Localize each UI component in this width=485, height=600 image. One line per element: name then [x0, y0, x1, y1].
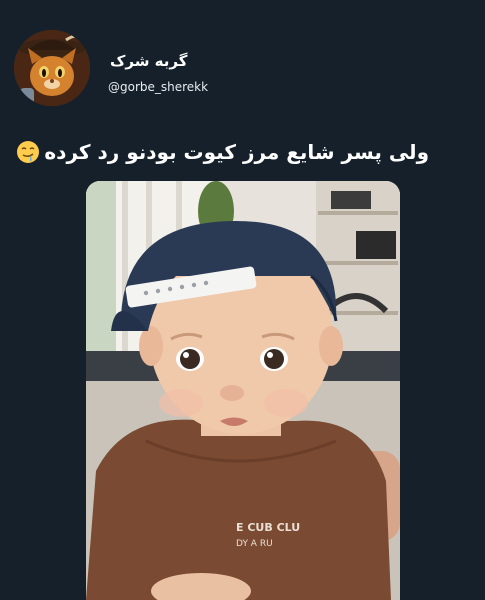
author-name[interactable]: گربه شرک: [110, 52, 187, 70]
cat-avatar-icon: [14, 30, 90, 106]
tweet-text: ولی پسر شایع مرز کیوت بودنو رد کرده: [44, 140, 429, 164]
author-handle[interactable]: @gorbe_sherekk: [108, 80, 208, 94]
tweet-header: گربه شرک @gorbe_sherekk: [14, 30, 394, 106]
baby-photo-image: E CUB CLU DY A RU: [86, 181, 400, 600]
tweet-media-photo[interactable]: E CUB CLU DY A RU: [86, 181, 400, 600]
shirt-print-line1: E CUB CLU: [236, 521, 300, 534]
avatar[interactable]: [14, 30, 90, 106]
tweet-screenshot: گربه شرک @gorbe_sherekk ولی پسر شایع مرز…: [0, 0, 485, 600]
tweet-text-row: ولی پسر شایع مرز کیوت بودنو رد کرده: [16, 140, 429, 164]
drooling-face-icon: [16, 140, 40, 164]
shirt-print-line2: DY A RU: [236, 539, 273, 549]
